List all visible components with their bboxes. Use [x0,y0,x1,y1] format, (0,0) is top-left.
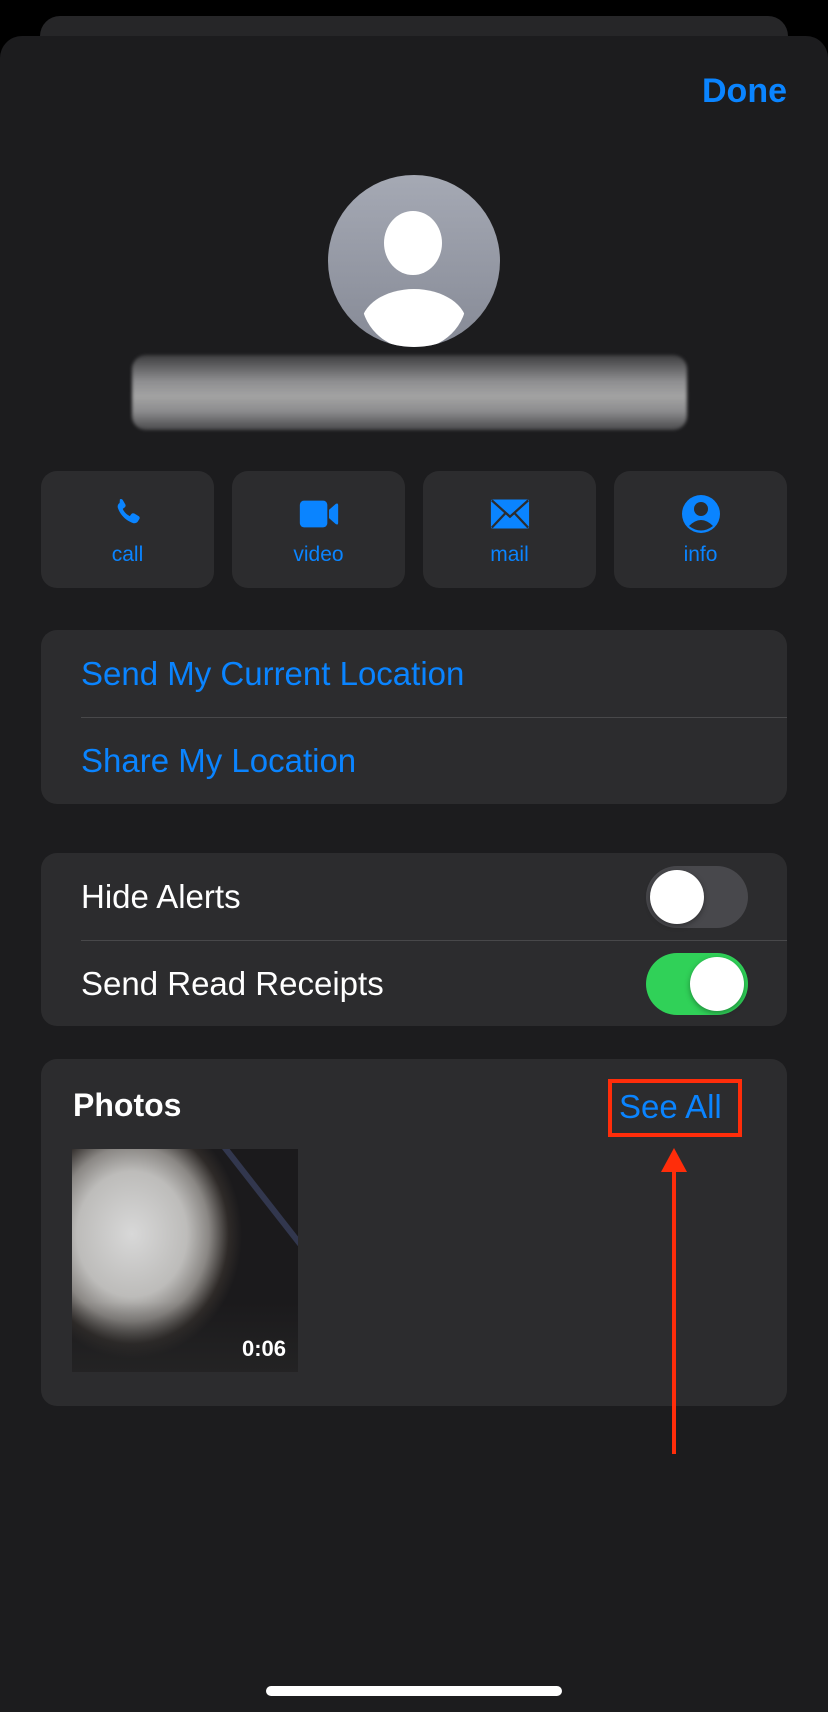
share-location-button[interactable]: Share My Location [41,717,787,804]
quick-actions: call video mail info [41,471,787,588]
contact-avatar [328,175,500,347]
read-receipts-label: Send Read Receipts [81,964,384,1002]
mail-button[interactable]: mail [423,471,596,588]
info-label: info [683,543,718,566]
send-current-location-button[interactable]: Send My Current Location [41,630,787,717]
photos-card: Photos See All 0:06 [41,1059,787,1406]
person-circle-icon [681,494,721,534]
video-camera-icon [299,494,339,534]
read-receipts-row: Send Read Receipts [41,940,787,1027]
hide-alerts-row: Hide Alerts [41,853,787,940]
video-button[interactable]: video [232,471,405,588]
done-button[interactable]: Done [702,72,787,111]
photos-title: Photos [73,1087,182,1123]
video-thumbnail[interactable]: 0:06 [72,1149,298,1372]
call-label: call [111,543,144,566]
person-silhouette-body [361,289,467,347]
phone-icon [108,494,148,534]
envelope-icon [490,494,530,534]
contact-name-redacted: blurred contact email [132,355,687,430]
toggle-knob [650,870,704,924]
hide-alerts-toggle[interactable] [646,866,748,928]
call-button[interactable]: call [41,471,214,588]
home-indicator[interactable] [266,1686,562,1696]
mail-label: mail [490,543,529,566]
read-receipts-toggle[interactable] [646,953,748,1015]
see-all-button[interactable]: See All [619,1088,722,1126]
settings-card: Hide Alerts Send Read Receipts [41,853,787,1026]
video-label: video [293,543,344,566]
video-duration: 0:06 [241,1336,286,1361]
hide-alerts-label: Hide Alerts [81,877,241,915]
info-button[interactable]: info [614,471,787,588]
location-card: Send My Current Location Share My Locati… [41,630,787,804]
person-silhouette-icon [384,211,442,275]
toggle-knob [690,957,744,1011]
